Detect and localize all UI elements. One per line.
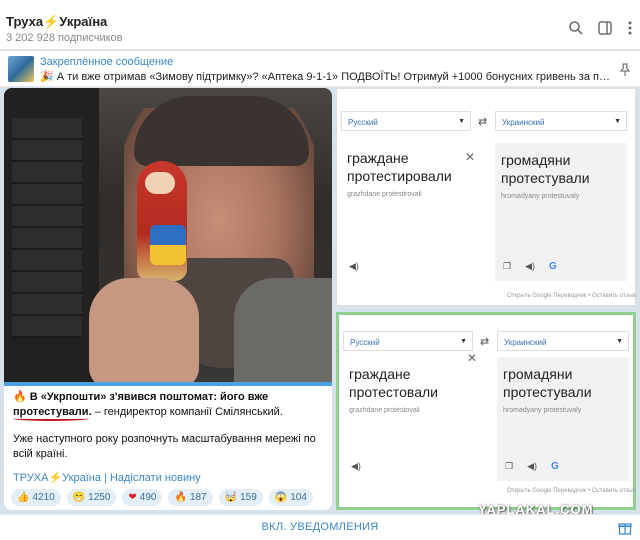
bottom-bar: ВКЛ. УВЕДОМЛЕНИЯ — [0, 514, 640, 540]
translation-transliteration: hromadyany protestuvaly — [501, 193, 580, 200]
leave-feedback-link[interactable]: Оставить отзыв — [592, 488, 636, 494]
channel-link[interactable]: ТРУХА⚡Україна — [13, 472, 101, 484]
google-logo-icon[interactable]: G — [549, 261, 557, 272]
source-text: граждане протестировали — [347, 150, 452, 184]
hand — [89, 278, 199, 386]
swap-languages-icon[interactable]: ⇄ — [480, 335, 489, 348]
source-speaker-icon[interactable]: ◀) — [349, 261, 359, 272]
open-google-translate-link[interactable]: Открыть Google Переводчик — [507, 293, 587, 299]
reaction-mind-blown[interactable]: 🤯 159 — [218, 489, 263, 506]
post-video[interactable] — [4, 88, 332, 386]
pinned-text: 🎉 А ти вже отримав «Зимову підтримку»? «… — [40, 71, 610, 83]
reaction-grin[interactable]: 😁 1250 — [66, 489, 117, 506]
channel-title[interactable]: Труха⚡Україна — [6, 14, 107, 30]
pin-icon[interactable] — [618, 63, 632, 82]
underlined-word: протестували — [13, 406, 89, 418]
swap-languages-icon[interactable]: ⇄ — [478, 115, 487, 128]
translate-footer: Открыть Google Переводчик • Оставить отз… — [507, 488, 636, 494]
reaction-fire[interactable]: 🔥 187 — [168, 489, 213, 506]
reaction-heart[interactable]: ❤ 490 — [122, 489, 163, 506]
clear-text-icon[interactable]: ✕ — [467, 351, 477, 365]
translate-footer: Открыть Google Переводчик • Оставить отз… — [507, 293, 636, 299]
leave-feedback-link[interactable]: Оставить отзыв — [592, 293, 636, 299]
translation-text: громадяни протестували — [503, 366, 592, 400]
pinned-label: Закреплённое сообщение — [40, 56, 174, 68]
open-google-translate-link[interactable]: Открыть Google Переводчик — [507, 488, 587, 494]
source-transliteration: grazhdane protestirovali — [347, 191, 422, 198]
pinned-thumbnail — [8, 56, 34, 82]
source-transliteration: grazhdane protestovali — [349, 407, 420, 414]
clear-text-icon[interactable]: ✕ — [465, 150, 475, 164]
background-parcel-locker — [4, 88, 99, 386]
source-language-select[interactable]: Русский ▼ — [343, 331, 473, 351]
reaction-thumbs-up[interactable]: 👍 4210 — [11, 489, 61, 506]
post-caption: 🔥 В «Укрпошти» з'явився поштомат: його в… — [13, 390, 325, 462]
source-speaker-icon[interactable]: ◀) — [351, 461, 361, 472]
translation-transliteration: hromadyany protestuvaly — [503, 407, 582, 414]
channel-header: Труха⚡Україна 3 202 928 подписчиков — [0, 0, 640, 50]
channel-name: Труха — [6, 14, 44, 29]
translation-result-area: громадяни протестували hromadyany protes… — [495, 143, 627, 281]
translate-panel-2: Русский ▼ ⇄ Украинский ▼ граждане протесто… — [336, 312, 636, 510]
target-language-select[interactable]: Украинский ▼ — [497, 331, 629, 351]
reactions-bar: 👍 4210 😁 1250 ❤ 490 🔥 187 🤯 159 😱 104 — [11, 489, 313, 506]
channel-name-suffix: Україна — [59, 14, 108, 29]
target-speaker-icon[interactable]: ◀) — [525, 261, 535, 272]
caption-rest: – гендиректор компанії Смілянський. — [94, 406, 283, 418]
source-language-select[interactable]: Русский ▼ — [341, 111, 471, 131]
submit-news-link[interactable]: Надіслати новину — [110, 472, 201, 484]
target-language-select[interactable]: Украинский ▼ — [495, 111, 627, 131]
gift-icon[interactable] — [618, 521, 632, 540]
source-text-area[interactable]: граждане протестовали grazhdane protesto… — [349, 365, 469, 414]
more-options-icon[interactable] — [622, 20, 638, 36]
unmute-notifications-button[interactable]: ВКЛ. УВЕДОМЛЕНИЯ — [0, 521, 640, 533]
video-progress-bar[interactable] — [4, 382, 332, 386]
sidebar-toggle-icon[interactable] — [597, 20, 613, 36]
translate-panel-1: Русский ▼ ⇄ Украинский ▼ граждане протести… — [336, 88, 636, 306]
search-icon[interactable] — [568, 20, 584, 36]
video-progress-fill — [4, 382, 332, 386]
subscriber-count: 3 202 928 подписчиков — [6, 32, 123, 44]
pinned-message-bar[interactable]: Закреплённое сообщение 🎉 А ти вже отрима… — [0, 51, 640, 87]
caption-paragraph-2: Уже наступного року розпочнуть масштабув… — [13, 433, 316, 460]
lightning-icon: ⚡ — [43, 14, 60, 29]
google-logo-icon[interactable]: G — [551, 461, 559, 472]
post-links: ТРУХА⚡Україна | Надіслати новину — [13, 472, 201, 484]
source-text-area[interactable]: граждане протестировали grazhdane protes… — [347, 149, 467, 198]
target-speaker-icon[interactable]: ◀) — [527, 461, 537, 472]
reaction-scream[interactable]: 😱 104 — [268, 489, 313, 506]
channel-post: 🔥 В «Укрпошти» з'явився поштомат: його в… — [4, 88, 332, 510]
translation-text: громадяни протестували — [501, 152, 590, 186]
translation-result-area: громадяни протестували hromadyany protes… — [497, 357, 629, 481]
copy-icon[interactable]: ❐ — [503, 261, 511, 272]
fire-icon: 🔥 — [13, 391, 27, 403]
copy-icon[interactable]: ❐ — [505, 461, 513, 472]
source-text: граждане протестовали — [349, 366, 438, 400]
